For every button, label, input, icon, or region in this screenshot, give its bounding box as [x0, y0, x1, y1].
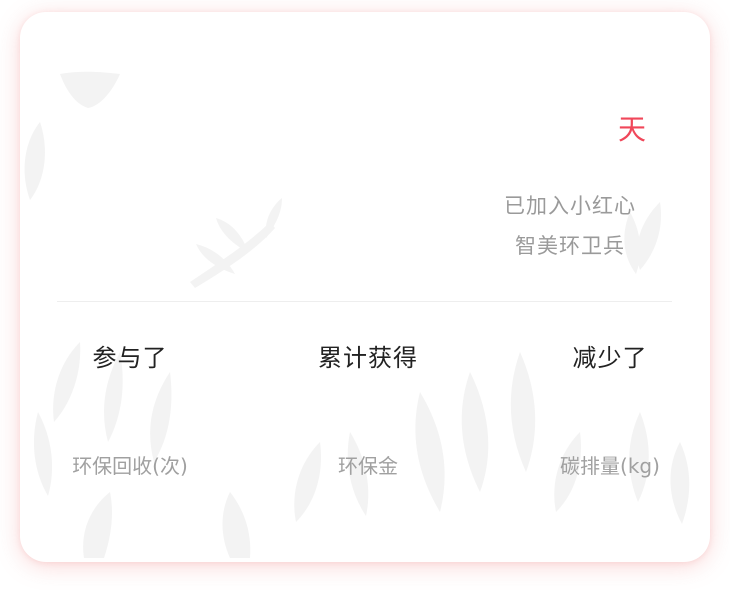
stat-title-participated: 参与了: [92, 344, 168, 372]
stat-unit-recycling-count: 环保回收(次): [72, 454, 188, 478]
joined-caption-line2: 智美环卫兵: [515, 234, 625, 258]
stat-title-reduced: 减少了: [572, 344, 648, 372]
divider: [57, 301, 672, 302]
stat-unit-eco-coins: 环保金: [338, 454, 398, 478]
eco-stats-card: 天 已加入小红心 智美环卫兵 参与了 累计获得 减少了 环保回收(次) 环保金 …: [20, 12, 710, 562]
joined-caption-line1: 已加入小红心: [504, 194, 636, 218]
stat-title-earned: 累计获得: [318, 344, 418, 372]
stat-unit-carbon-kg: 碳排量(kg): [560, 454, 660, 478]
days-unit-label: 天: [618, 113, 647, 146]
